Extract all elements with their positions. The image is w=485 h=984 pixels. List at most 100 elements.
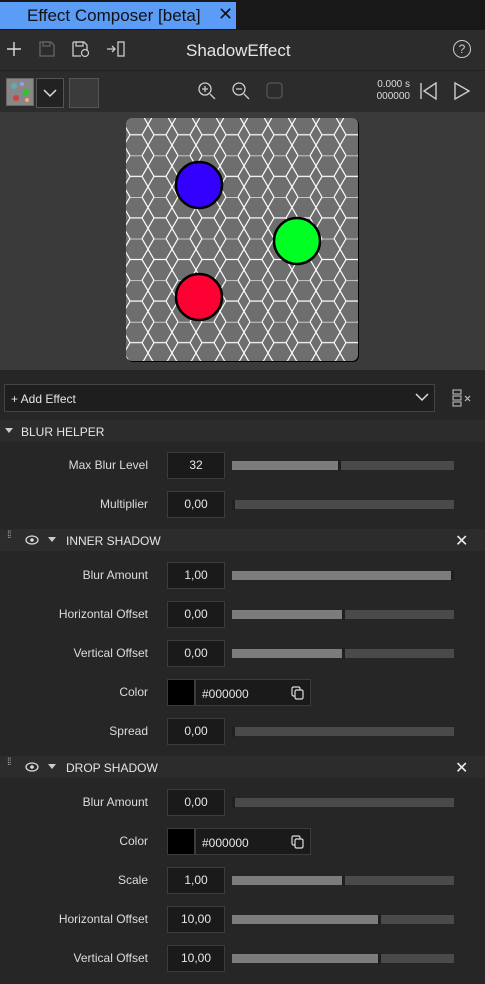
zoom-fit-icon[interactable] bbox=[265, 81, 285, 101]
slider-fill bbox=[232, 954, 379, 963]
property-horizontal-offset: Horizontal Offset 10,00 bbox=[0, 900, 485, 939]
save-as-icon bbox=[72, 41, 90, 58]
zoom-in-icon[interactable] bbox=[197, 81, 217, 101]
preview-circle bbox=[272, 216, 322, 266]
collapse-triangle-icon[interactable] bbox=[48, 537, 56, 542]
slider-handle[interactable] bbox=[377, 953, 381, 964]
restart-icon[interactable] bbox=[418, 81, 438, 101]
copy-icon[interactable] bbox=[291, 686, 304, 700]
property-slider[interactable] bbox=[232, 648, 454, 659]
chevron-down-icon bbox=[415, 393, 429, 402]
collapse-triangle-icon[interactable] bbox=[5, 428, 13, 433]
help-icon[interactable]: ? bbox=[453, 40, 471, 58]
preview-source-thumbnail[interactable] bbox=[6, 78, 34, 106]
drag-handle-icon[interactable]: ⁞⁞ bbox=[7, 758, 11, 768]
color-hex-input[interactable]: #000000 bbox=[195, 679, 311, 706]
property-label: Blur Amount bbox=[82, 568, 148, 582]
save-icon bbox=[39, 41, 55, 57]
property-slider[interactable] bbox=[232, 875, 454, 886]
property-label: Horizontal Offset bbox=[58, 607, 148, 621]
visibility-eye-icon[interactable] bbox=[25, 762, 39, 772]
property-slider[interactable] bbox=[232, 609, 454, 620]
preview-toolbar: 0.000 s 000000 bbox=[0, 70, 485, 113]
property-value-input[interactable]: 1,00 bbox=[167, 867, 225, 894]
copy-icon[interactable] bbox=[291, 835, 304, 849]
composition-title: ShadowEffect bbox=[186, 41, 291, 60]
property-value-input[interactable]: 0,00 bbox=[167, 491, 225, 518]
save-button[interactable] bbox=[36, 38, 58, 60]
new-composition-button[interactable] bbox=[3, 38, 25, 60]
property-vertical-offset: Vertical Offset 0,00 bbox=[0, 634, 485, 673]
slider-fill bbox=[232, 649, 343, 658]
section-header-blur-helper[interactable]: BLUR HELPER bbox=[0, 420, 485, 442]
property-label: Blur Amount bbox=[82, 795, 148, 809]
property-value-input[interactable]: 0,00 bbox=[167, 718, 225, 745]
property-slider[interactable] bbox=[232, 460, 454, 471]
property-label: Color bbox=[119, 834, 148, 848]
color-hex-value: #000000 bbox=[202, 687, 249, 701]
divider bbox=[0, 370, 485, 380]
clear-effects-icon[interactable] bbox=[452, 389, 474, 407]
remove-effect-icon[interactable]: ✕ bbox=[455, 758, 468, 778]
slider-handle[interactable] bbox=[232, 499, 235, 510]
property-slider[interactable] bbox=[232, 499, 454, 510]
assign-to-component-button[interactable] bbox=[105, 38, 127, 60]
plus-icon bbox=[7, 42, 21, 56]
property-slider[interactable] bbox=[232, 797, 454, 808]
slider-handle[interactable] bbox=[337, 460, 341, 471]
preview-source-dropdown[interactable] bbox=[36, 78, 64, 108]
save-as-button[interactable] bbox=[70, 38, 92, 60]
add-effect-row: + Add Effect bbox=[0, 380, 485, 418]
slider-handle[interactable] bbox=[377, 914, 381, 925]
collapse-triangle-icon[interactable] bbox=[48, 764, 56, 769]
property-slider[interactable] bbox=[232, 914, 454, 925]
property-value-input[interactable]: 32 bbox=[167, 452, 225, 479]
property-value-input[interactable]: 1,00 bbox=[167, 562, 225, 589]
section-header-inner-shadow[interactable]: ⁞⁞ INNER SHADOW ✕ bbox=[0, 529, 485, 551]
property-value-input[interactable]: 0,00 bbox=[167, 789, 225, 816]
property-value-input[interactable]: 10,00 bbox=[167, 945, 225, 972]
slider-handle[interactable] bbox=[232, 726, 235, 737]
property-label: Vertical Offset bbox=[73, 951, 148, 965]
section-title: BLUR HELPER bbox=[21, 425, 105, 439]
slider-handle[interactable] bbox=[342, 875, 345, 886]
section-header-drop-shadow[interactable]: ⁞⁞ DROP SHADOW ✕ bbox=[0, 756, 485, 778]
time-frame: 000000 bbox=[376, 91, 410, 102]
slider-handle[interactable] bbox=[451, 570, 454, 581]
property-label: Vertical Offset bbox=[73, 646, 148, 660]
slider-fill bbox=[232, 571, 454, 580]
property-color: Color #000000 bbox=[0, 822, 485, 861]
property-slider[interactable] bbox=[232, 726, 454, 737]
color-swatch[interactable] bbox=[167, 679, 195, 706]
remove-effect-icon[interactable]: ✕ bbox=[455, 531, 468, 551]
property-value-input[interactable]: 0,00 bbox=[167, 640, 225, 667]
slider-handle[interactable] bbox=[342, 648, 345, 659]
tab-title: Effect Composer [beta] bbox=[27, 6, 201, 25]
property-multiplier: Multiplier 0,00 bbox=[0, 485, 485, 524]
slider-handle[interactable] bbox=[232, 797, 235, 808]
property-slider[interactable] bbox=[232, 570, 454, 581]
property-scale: Scale 1,00 bbox=[0, 861, 485, 900]
zoom-out-icon[interactable] bbox=[231, 81, 251, 101]
property-horizontal-offset: Horizontal Offset 0,00 bbox=[0, 595, 485, 634]
color-hex-input[interactable]: #000000 bbox=[195, 828, 311, 855]
add-effect-dropdown[interactable]: + Add Effect bbox=[4, 384, 435, 412]
property-label: Multiplier bbox=[99, 497, 148, 511]
property-blur-amount: Blur Amount 0,00 bbox=[0, 783, 485, 822]
property-value-input[interactable]: 0,00 bbox=[167, 601, 225, 628]
tab-effect-composer[interactable]: Effect Composer [beta] ✕ bbox=[0, 2, 236, 29]
property-slider[interactable] bbox=[232, 953, 454, 964]
color-swatch[interactable] bbox=[167, 828, 195, 855]
property-value-input[interactable]: 10,00 bbox=[167, 906, 225, 933]
tab-close-icon[interactable]: ✕ bbox=[218, 4, 233, 25]
background-color-button[interactable] bbox=[69, 78, 99, 108]
drag-handle-icon[interactable]: ⁞⁞ bbox=[7, 531, 11, 541]
chevron-down-icon bbox=[43, 89, 57, 98]
color-hex-value: #000000 bbox=[202, 836, 249, 850]
property-label: Spread bbox=[109, 724, 148, 738]
visibility-eye-icon[interactable] bbox=[25, 535, 39, 545]
slider-fill bbox=[232, 876, 343, 885]
play-icon[interactable] bbox=[452, 81, 472, 101]
slider-handle[interactable] bbox=[342, 609, 345, 620]
preview-area[interactable] bbox=[0, 112, 485, 370]
